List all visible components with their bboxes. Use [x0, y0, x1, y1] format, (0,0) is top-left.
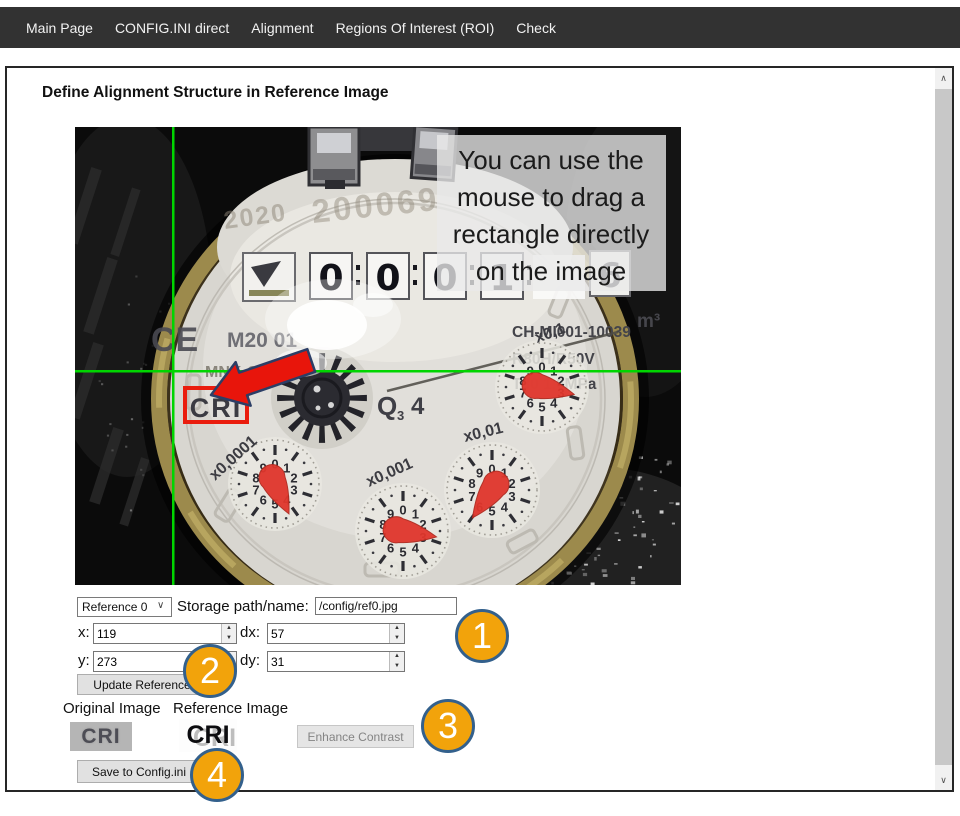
nav-item-config-ini[interactable]: CONFIG.INI direct — [104, 20, 240, 36]
save-to-config-button[interactable]: Save to Config.ini — [77, 760, 201, 783]
reference-select[interactable]: Reference 0 — [77, 597, 172, 617]
svg-text:3: 3 — [508, 489, 515, 504]
step-badge-3: 3 — [421, 699, 475, 753]
scroll-up-icon[interactable]: ∧ — [935, 68, 952, 88]
scroll-down-icon[interactable]: ∨ — [935, 770, 952, 790]
original-image-preview: CRI — [70, 722, 132, 751]
svg-text:8: 8 — [468, 476, 475, 491]
step-badge-4: 4 — [190, 748, 244, 802]
dy-input[interactable] — [268, 652, 389, 671]
svg-text:on the image: on the image — [476, 256, 626, 286]
nav-item-alignment[interactable]: Alignment — [240, 20, 324, 36]
dy-spin-down-icon[interactable]: ▼ — [390, 662, 404, 672]
dx-label: dx: — [240, 624, 260, 641]
frame-scrollbar[interactable]: ∧ ∨ — [935, 68, 952, 790]
svg-text:You can use the: You can use the — [458, 145, 644, 175]
svg-text:9: 9 — [476, 466, 483, 481]
svg-text:rectangle directly: rectangle directly — [453, 219, 650, 249]
dy-spin-up-icon[interactable]: ▲ — [390, 652, 404, 662]
enhance-contrast-button[interactable]: Enhance Contrast — [297, 725, 414, 748]
storage-path-input[interactable] — [315, 597, 457, 615]
svg-text:4: 4 — [501, 499, 509, 514]
page-title: Define Alignment Structure in Reference … — [42, 84, 389, 102]
svg-text:4: 4 — [411, 393, 425, 420]
y-label: y: — [78, 652, 90, 669]
scrollbar-thumb[interactable] — [935, 89, 952, 765]
x-spin-down-icon[interactable]: ▼ — [222, 634, 236, 644]
svg-text:5: 5 — [399, 545, 406, 560]
svg-text:5: 5 — [538, 400, 545, 415]
top-navbar: Main Page CONFIG.INI direct Alignment Re… — [0, 7, 960, 48]
dx-field: ▲▼ — [267, 623, 405, 644]
dx-spin-up-icon[interactable]: ▲ — [390, 624, 404, 634]
svg-text:3: 3 — [397, 408, 404, 423]
svg-text:8: 8 — [252, 470, 259, 485]
original-image-label: Original Image — [63, 700, 161, 717]
step-badge-2: 2 — [183, 644, 237, 698]
nav-item-check[interactable]: Check — [505, 20, 567, 36]
svg-text:4: 4 — [412, 540, 420, 555]
dy-field: ▲▼ — [267, 651, 405, 672]
alignment-page: Main Page CONFIG.INI direct Alignment Re… — [0, 0, 960, 816]
nav-item-roi[interactable]: Regions Of Interest (ROI) — [325, 20, 506, 36]
svg-text:Q: Q — [377, 391, 397, 421]
svg-text:1: 1 — [412, 507, 419, 522]
reference-image-canvas[interactable]: 2020 200069 0 — [75, 127, 681, 585]
unit-label: m³ — [637, 311, 660, 332]
svg-text:mouse to drag a: mouse to drag a — [457, 182, 645, 212]
content-frame: Define Alignment Structure in Reference … — [5, 66, 954, 792]
dx-spin-down-icon[interactable]: ▼ — [390, 634, 404, 644]
storage-path-label: Storage path/name: — [177, 598, 309, 615]
svg-text:7: 7 — [468, 489, 475, 504]
dx-input[interactable] — [268, 624, 389, 643]
svg-text:CE: CE — [151, 321, 198, 359]
x-label: x: — [78, 624, 90, 641]
reference-image-preview: CRI CRI — [179, 719, 237, 752]
drag-hint-overlay: You can use the mouse to drag a rectangl… — [437, 135, 666, 291]
reference-image-label: Reference Image — [173, 700, 288, 717]
nav-item-main-page[interactable]: Main Page — [15, 20, 104, 36]
x-spin-up-icon[interactable]: ▲ — [222, 624, 236, 634]
svg-text:3: 3 — [290, 483, 297, 498]
svg-text:6: 6 — [260, 493, 267, 508]
svg-text:0: 0 — [399, 503, 406, 518]
x-field: ▲▼ — [93, 623, 237, 644]
step-badge-1: 1 — [455, 609, 509, 663]
dy-label: dy: — [240, 652, 260, 669]
x-input[interactable] — [94, 624, 221, 643]
